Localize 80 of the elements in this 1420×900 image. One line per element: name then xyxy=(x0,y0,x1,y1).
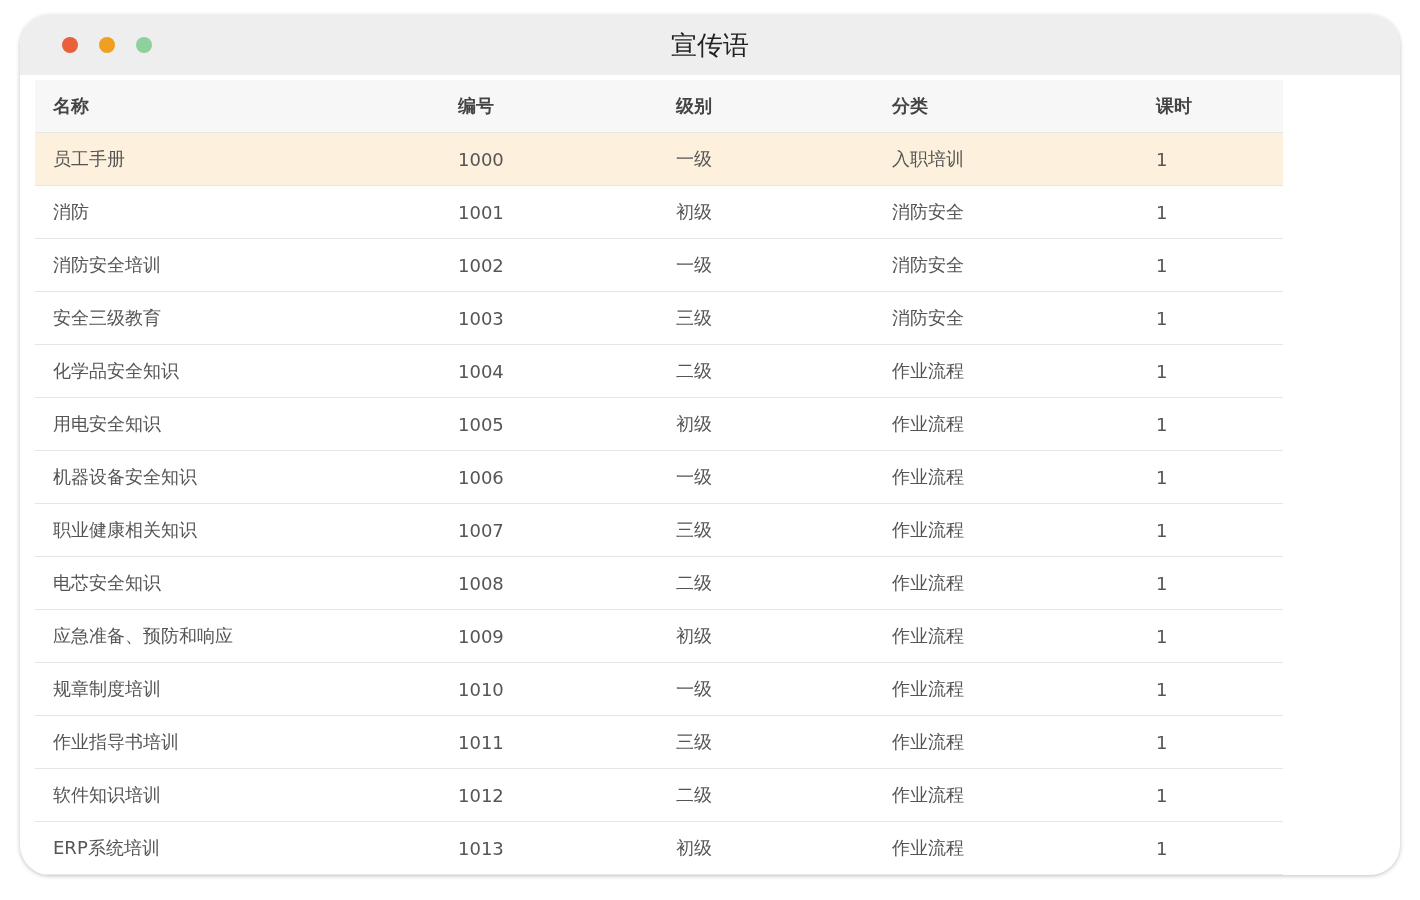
table-cell-text: 初级 xyxy=(675,412,713,436)
table-cell-text: 1 xyxy=(1155,837,1169,859)
table-cell-text: 1 xyxy=(1155,625,1169,647)
table-cell-text: 1001 xyxy=(457,201,505,223)
table-cell-text: 1 xyxy=(1155,519,1169,541)
table-cell-text: 用电安全知识 xyxy=(52,412,162,436)
table-cell-text: 1 xyxy=(1155,148,1169,170)
table-cell-text: 作业流程 xyxy=(891,677,965,701)
table-cell-text: 作业流程 xyxy=(891,359,965,383)
table-cell-text: 1003 xyxy=(457,307,505,329)
table-cell-text: 1 xyxy=(1155,413,1169,435)
table-cell-text: 作业流程 xyxy=(891,836,965,860)
table-cell-text: 1 xyxy=(1155,466,1169,488)
table-cell-text: 1 xyxy=(1155,254,1169,276)
table-cell-text: 作业流程 xyxy=(891,624,965,648)
table-cell-text: 1000 xyxy=(457,148,505,170)
table-cell-text: 化学品安全知识 xyxy=(52,359,180,383)
close-icon[interactable] xyxy=(62,37,78,53)
table-cell-text: 1010 xyxy=(457,678,505,700)
table-cell-text: 1011 xyxy=(457,731,505,753)
table-cell-text: 二级 xyxy=(675,571,713,595)
table-cell-text: 消防 xyxy=(52,200,90,224)
table-cell-text: 1013 xyxy=(457,837,505,859)
table-cell-text: 初级 xyxy=(675,836,713,860)
table-cell-text: 消防安全培训 xyxy=(52,253,162,277)
table-cell-text: 消防安全 xyxy=(891,306,965,330)
table-cell-text: 作业流程 xyxy=(891,412,965,436)
table-cell-text: 三级 xyxy=(675,730,713,754)
table-cell-text: 作业流程 xyxy=(891,783,965,807)
column-header: 分类 xyxy=(891,94,929,118)
table-cell-text: 1007 xyxy=(457,519,505,541)
table-cell-text: 三级 xyxy=(675,518,713,542)
table-cell-text: 消防安全 xyxy=(891,200,965,224)
table-cell-text: 1 xyxy=(1155,360,1169,382)
table-cell-text: 1 xyxy=(1155,678,1169,700)
table-cell-text: 作业流程 xyxy=(891,730,965,754)
table-cell-text: 职业健康相关知识 xyxy=(52,518,198,542)
minimize-icon[interactable] xyxy=(99,37,115,53)
table-cell-text: 1 xyxy=(1155,307,1169,329)
table-cell-text: 二级 xyxy=(675,783,713,807)
table-cell-text: 消防安全 xyxy=(891,253,965,277)
table-cell-text: 一级 xyxy=(675,677,713,701)
column-header: 级别 xyxy=(674,94,713,118)
table-cell-text: ERP系统培训 xyxy=(52,836,161,860)
table-cell-text: 1008 xyxy=(457,572,505,594)
table-cell-text: 作业流程 xyxy=(891,571,965,595)
column-header: 名称 xyxy=(52,94,90,118)
table-row[interactable]: 员工手册 1000 一级 入职培训 1 xyxy=(35,133,1283,186)
table-cell-text: 安全三级教育 xyxy=(52,306,162,330)
table-cell-text: 一级 xyxy=(675,253,713,277)
table-cell-text: 电芯安全知识 xyxy=(52,571,162,595)
table-cell-text: 初级 xyxy=(675,200,713,224)
table-cell-text: 1002 xyxy=(457,254,505,276)
table-cell-text: 1 xyxy=(1155,201,1169,223)
table-cell-text: 一级 xyxy=(675,147,713,171)
table-cell-text: 入职培训 xyxy=(891,147,965,171)
table-cell-text: 应急准备、预防和响应 xyxy=(52,624,234,648)
maximize-icon[interactable] xyxy=(136,37,152,53)
table-cell-text: 二级 xyxy=(675,359,713,383)
table-cell-text: 1 xyxy=(1155,572,1169,594)
table-cell-text: 1012 xyxy=(457,784,505,806)
table-cell-text: 作业流程 xyxy=(891,518,965,542)
table-cell-text: 1006 xyxy=(457,466,505,488)
table-cell-text: 1 xyxy=(1155,731,1169,753)
table-cell-text: 作业流程 xyxy=(891,465,965,489)
window-title: 宣传语 xyxy=(671,28,749,62)
table-cell-text: 规章制度培训 xyxy=(52,677,162,701)
table-cell-text: 机器设备安全知识 xyxy=(52,465,198,489)
table-cell-text: 1009 xyxy=(457,625,505,647)
table-cell-text: 软件知识培训 xyxy=(52,783,162,807)
table-cell-text: 一级 xyxy=(675,465,713,489)
column-header: 编号 xyxy=(457,94,495,118)
table-cell-text: 1004 xyxy=(457,360,505,382)
table-cell-text: 初级 xyxy=(675,624,713,648)
table-cell-text: 作业指导书培训 xyxy=(52,730,180,754)
table-cell-text: 员工手册 xyxy=(52,147,126,171)
table-cell-text: 1005 xyxy=(457,413,505,435)
column-header: 课时 xyxy=(1154,94,1193,118)
table-cell-text: 三级 xyxy=(675,306,713,330)
table-cell-text: 1 xyxy=(1155,784,1169,806)
